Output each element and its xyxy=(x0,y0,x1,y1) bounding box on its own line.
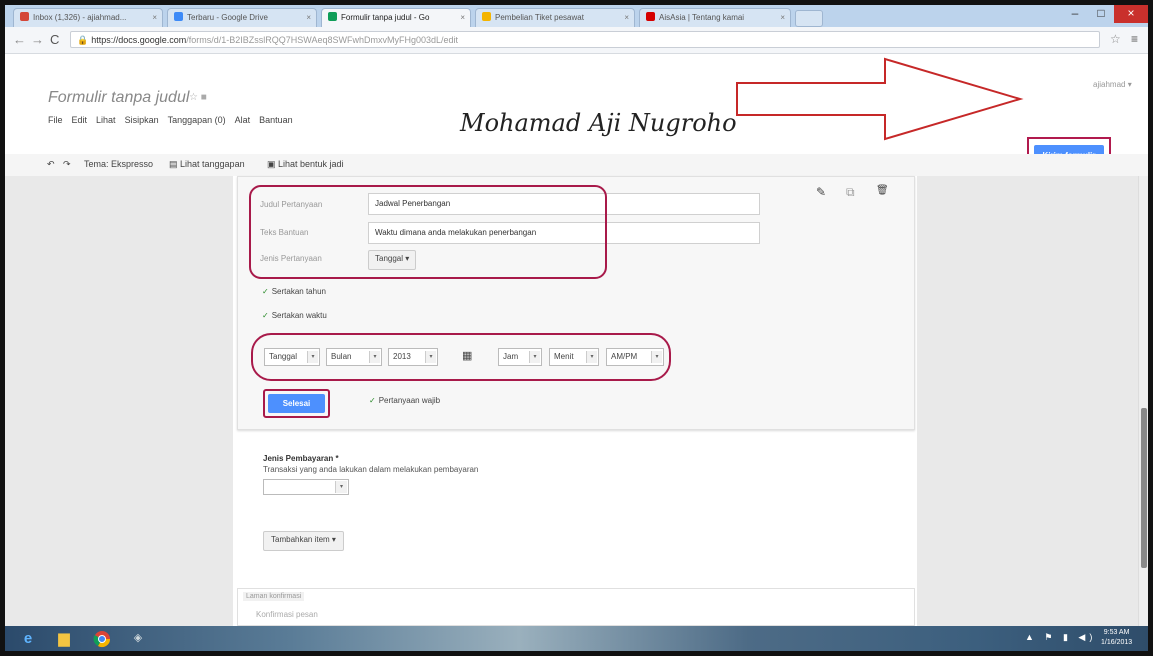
annotation-outline-date-row xyxy=(251,333,671,381)
confirmation-message[interactable]: Konfirmasi pesan xyxy=(256,610,318,619)
tab-close-icon[interactable]: × xyxy=(306,9,311,27)
scrollbar-thumb[interactable] xyxy=(1141,408,1147,568)
browser-tab[interactable]: Terbaru - Google Drive × xyxy=(167,8,317,27)
delete-icon[interactable]: 🗑 xyxy=(876,185,889,196)
include-time-checkbox[interactable]: ✓ Sertakan waktu xyxy=(262,311,327,320)
lock-icon: 🔒 xyxy=(77,35,89,45)
clock[interactable]: 9:53 AM 1/16/2013 xyxy=(1101,628,1132,648)
forward-icon[interactable]: → xyxy=(31,32,44,47)
theme-button[interactable]: Tema: Ekspresso xyxy=(84,159,153,169)
form-canvas: Judul Pertanyaan Jadwal Penerbangan Teks… xyxy=(5,176,1148,626)
dropdown-arrow-icon: ▾ xyxy=(335,481,347,493)
edit-pencil-icon[interactable]: ✎ xyxy=(816,185,826,199)
chrome-menu-icon[interactable]: ≡ xyxy=(1131,32,1138,46)
view-responses-button[interactable]: ▤ Lihat tanggapan xyxy=(169,159,245,170)
tab-close-icon[interactable]: × xyxy=(624,9,629,27)
window-close-button[interactable]: × xyxy=(1114,5,1148,23)
browser-tab-active[interactable]: Formulir tanpa judul - Go × xyxy=(321,8,471,27)
author-signature: Mohamad Aji Nugroho xyxy=(460,109,737,137)
address-bar[interactable]: 🔒 https://docs.google.com/forms/d/1-B2IBZ… xyxy=(70,31,1100,48)
back-icon[interactable]: ← xyxy=(13,32,26,47)
page-icon xyxy=(482,12,491,21)
question-payment: Jenis Pembayaran * Transaksi yang anda l… xyxy=(263,454,478,495)
chrome-icon[interactable] xyxy=(87,628,117,649)
undo-icon[interactable]: ↶ xyxy=(47,159,55,170)
new-tab-button[interactable] xyxy=(795,10,823,27)
checkmark-icon: ✓ xyxy=(369,396,376,405)
browser-tab[interactable]: AisAsia | Tentang kamai × xyxy=(639,8,791,27)
annotation-outline-question-fields xyxy=(249,185,607,279)
duplicate-icon[interactable]: ⧉ xyxy=(846,185,855,200)
forms-icon xyxy=(328,12,337,21)
windows-taskbar: e ▆ ◈ ▲ ⚑ ▮ ◀) 9:53 AM 1/16/2013 xyxy=(5,626,1148,651)
app-icon[interactable]: ◈ xyxy=(123,628,153,649)
done-button[interactable]: Selesai xyxy=(268,394,325,413)
system-tray-icons[interactable]: ▲ ⚑ ▮ ◀) xyxy=(1025,632,1096,643)
menu-tools[interactable]: Alat xyxy=(235,115,251,125)
add-item-button[interactable]: Tambahkan item ▾ xyxy=(263,531,344,551)
menu-bar: File Edit Lihat Sisipkan Tanggapan (0) Alat Ba… xyxy=(48,115,302,125)
tab-close-icon[interactable]: × xyxy=(460,9,465,27)
menu-responses[interactable]: Tanggapan (0) xyxy=(168,115,226,125)
maximize-button[interactable]: □ xyxy=(1088,5,1114,23)
include-year-checkbox[interactable]: ✓ Sertakan tahun xyxy=(262,287,326,296)
menu-help[interactable]: Bantuan xyxy=(259,115,293,125)
browser-toolbar: ← → C 🔒 https://docs.google.com/forms/d/1… xyxy=(5,27,1148,54)
gmail-icon xyxy=(20,12,29,21)
menu-view[interactable]: Lihat xyxy=(96,115,116,125)
browser-tab-strip: Inbox (1,326) - ajiahmad... × Terbaru - G… xyxy=(5,5,1148,27)
confirmation-page-label: Laman konfirmasi xyxy=(243,592,305,601)
form-toolbar: ↶ ↷ Tema: Ekspresso ▤ Lihat tanggapan ▣ … xyxy=(5,154,1148,177)
redo-icon[interactable]: ↷ xyxy=(63,159,71,170)
menu-file[interactable]: File xyxy=(48,115,63,125)
screen: Inbox (1,326) - ajiahmad... × Terbaru - G… xyxy=(5,5,1148,651)
form-page: Judul Pertanyaan Jadwal Penerbangan Teks… xyxy=(233,176,917,626)
annotation-arrow-icon xyxy=(736,57,1024,141)
page-scrollbar[interactable] xyxy=(1138,176,1148,626)
checkmark-icon: ✓ xyxy=(262,287,269,296)
tab-close-icon[interactable]: × xyxy=(152,9,157,27)
done-button-annotation: Selesai xyxy=(263,389,330,418)
drive-icon xyxy=(174,12,183,21)
star-folder-icon[interactable]: ☆ ■ xyxy=(189,92,207,103)
airasia-icon xyxy=(646,12,655,21)
browser-tab[interactable]: Inbox (1,326) - ajiahmad... × xyxy=(13,8,163,27)
confirmation-page-card: Laman konfirmasi Konfirmasi pesan xyxy=(237,588,915,626)
live-form-icon: ▣ xyxy=(267,159,279,169)
menu-insert[interactable]: Sisipkan xyxy=(125,115,159,125)
payment-question-title: Jenis Pembayaran * xyxy=(263,454,339,463)
bookmark-star-icon[interactable]: ☆ xyxy=(1110,32,1121,46)
form-title[interactable]: Formulir tanpa judul xyxy=(48,89,189,107)
question-edit-card: Judul Pertanyaan Jadwal Penerbangan Teks… xyxy=(237,176,915,430)
reload-icon[interactable]: C xyxy=(50,32,59,47)
menu-edit[interactable]: Edit xyxy=(72,115,88,125)
browser-tab[interactable]: Pembelian Tiket pesawat × xyxy=(475,8,635,27)
payment-question-help: Transaksi yang anda lakukan dalam melaku… xyxy=(263,465,479,474)
view-live-form-button[interactable]: ▣ Lihat bentuk jadi xyxy=(267,159,344,170)
file-explorer-icon[interactable]: ▆ xyxy=(49,628,79,649)
checkmark-icon: ✓ xyxy=(262,311,269,320)
question-tools: ✎ ⧉ 🗑 xyxy=(806,181,912,206)
responses-icon: ▤ xyxy=(169,159,181,169)
required-question-checkbox[interactable]: ✓ Pertanyaan wajib xyxy=(369,396,440,405)
internet-explorer-icon[interactable]: e xyxy=(13,628,43,649)
minimize-button[interactable]: – xyxy=(1062,5,1088,23)
payment-select[interactable]: ▾ xyxy=(263,479,349,495)
tab-close-icon[interactable]: × xyxy=(780,9,785,27)
user-account[interactable]: ajiahmad ▾ xyxy=(1093,80,1132,89)
